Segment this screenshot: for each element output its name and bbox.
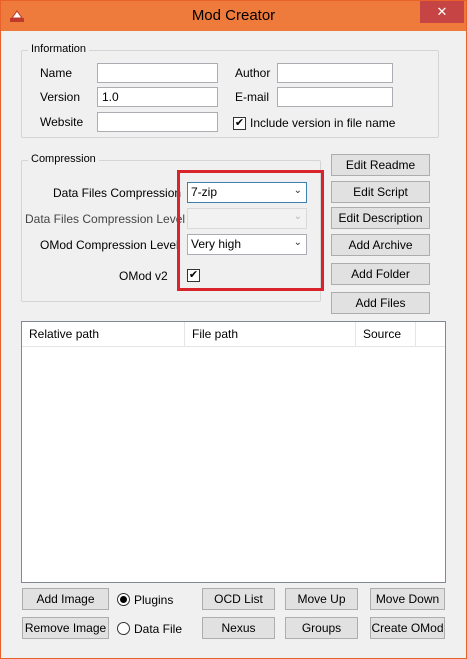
author-label: Author <box>235 66 271 80</box>
add-image-button[interactable]: Add Image <box>22 588 109 610</box>
add-folder-button[interactable]: Add Folder <box>331 263 430 285</box>
groups-button[interactable]: Groups <box>285 617 358 639</box>
version-field[interactable]: 1.0 <box>97 87 218 107</box>
file-list[interactable]: Relative path File path Source <box>21 321 446 583</box>
information-legend: Information <box>28 43 90 55</box>
file-list-header: Relative path File path Source <box>22 322 445 347</box>
email-field[interactable] <box>277 87 393 107</box>
data-files-compression-level-label: Data Files Compression Level <box>25 212 186 226</box>
edit-script-button[interactable]: Edit Script <box>331 181 430 203</box>
column-relative-path[interactable]: Relative path <box>22 322 185 347</box>
column-file-path[interactable]: File path <box>185 322 356 347</box>
plugins-label[interactable]: Plugins <box>134 593 173 607</box>
add-files-button[interactable]: Add Files <box>331 292 430 314</box>
edit-description-button[interactable]: Edit Description <box>331 207 430 229</box>
column-source[interactable]: Source <box>356 322 416 347</box>
compression-legend: Compression <box>28 153 99 165</box>
move-up-button[interactable]: Move Up <box>285 588 358 610</box>
author-field[interactable] <box>277 63 393 83</box>
title-bar[interactable]: Mod Creator ✕ <box>1 1 466 31</box>
email-label: E-mail <box>235 90 270 104</box>
data-file-radio[interactable] <box>117 622 130 635</box>
remove-image-button[interactable]: Remove Image <box>22 617 109 639</box>
website-label: Website <box>40 115 84 129</box>
website-field[interactable] <box>97 112 218 132</box>
plugins-radio[interactable] <box>117 593 130 606</box>
close-button[interactable]: ✕ <box>420 1 464 23</box>
window-title: Mod Creator <box>191 7 276 24</box>
include-version-label[interactable]: Include version in file name <box>250 116 395 130</box>
mod-creator-window: Mod Creator ✕ Information Name Author Ve… <box>0 0 467 659</box>
include-version-checkbox[interactable]: ✔ <box>233 117 246 130</box>
move-down-button[interactable]: Move Down <box>370 588 445 610</box>
check-icon: ✔ <box>234 117 245 129</box>
ocd-list-button[interactable]: OCD List <box>202 588 275 610</box>
data-file-label[interactable]: Data File <box>134 622 182 636</box>
omod-v2-label: OMod v2 <box>119 269 168 283</box>
create-omod-button[interactable]: Create OMod <box>370 617 445 639</box>
omod-compression-level-label: OMod Compression Level <box>40 238 179 252</box>
highlight-annotation <box>177 170 324 291</box>
data-files-compression-label: Data Files Compression <box>53 186 182 200</box>
nexus-button[interactable]: Nexus <box>202 617 275 639</box>
version-label: Version <box>40 90 81 104</box>
name-label: Name <box>40 66 73 80</box>
edit-readme-button[interactable]: Edit Readme <box>331 154 430 176</box>
close-icon: ✕ <box>436 4 448 19</box>
add-archive-button[interactable]: Add Archive <box>331 234 430 256</box>
name-field[interactable] <box>97 63 218 83</box>
